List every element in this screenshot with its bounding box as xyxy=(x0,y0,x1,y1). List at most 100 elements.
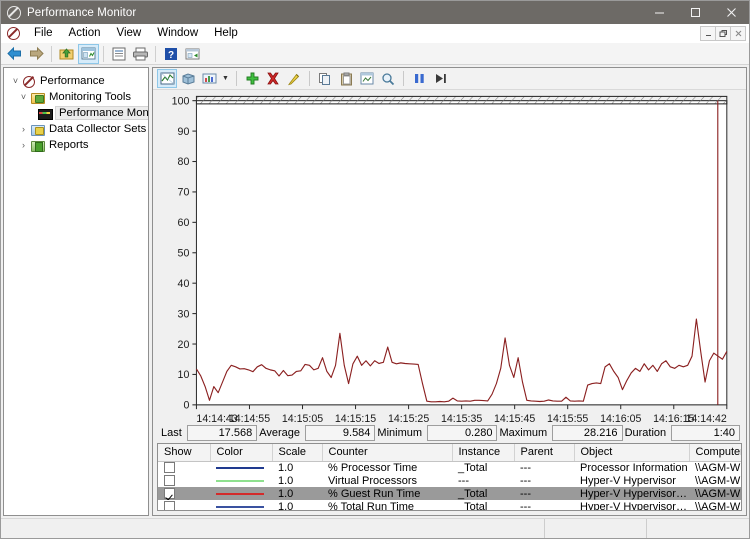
show-checkbox[interactable] xyxy=(164,488,175,500)
color-swatch-cell[interactable] xyxy=(210,474,272,487)
column-header-parent[interactable]: Parent xyxy=(514,444,575,462)
counter-cell: % Processor Time xyxy=(328,461,418,474)
tree-node-monitoring-tools[interactable]: ˅ Monitoring Tools xyxy=(7,89,145,105)
scale-cell: 1.0 xyxy=(272,487,322,500)
x-axis-tick-label: 14:15:15 xyxy=(335,413,376,423)
update-data-button[interactable] xyxy=(430,69,450,88)
new-window-button[interactable] xyxy=(182,44,203,64)
help-button[interactable]: ? xyxy=(160,44,181,64)
twisty-icon[interactable]: ˅ xyxy=(17,89,30,105)
duration-value: 1:40 xyxy=(671,425,740,441)
table-row[interactable]: 1.0 % Processor Time _Total --- Processor In… xyxy=(158,461,741,474)
properties-button[interactable] xyxy=(108,44,129,64)
y-axis-tick-label: 20 xyxy=(178,339,190,351)
column-header-instance[interactable]: Instance xyxy=(452,444,515,462)
y-axis-tick-label: 80 xyxy=(178,156,190,168)
maximum-label: Maximum xyxy=(499,427,548,439)
minimize-button[interactable] xyxy=(641,1,677,24)
color-swatch xyxy=(216,505,264,508)
menu-help[interactable]: Help xyxy=(206,25,246,41)
scale-cell: 1.0 xyxy=(278,461,294,474)
paste-counter-list-button[interactable] xyxy=(336,69,356,88)
parent-cell: --- xyxy=(514,487,574,500)
mdi-restore-button[interactable] xyxy=(715,25,731,41)
show-checkbox[interactable] xyxy=(164,501,175,510)
menu-view[interactable]: View xyxy=(109,25,150,41)
table-row[interactable]: 1.0 Virtual Processors --- --- Hyper-V Hyper… xyxy=(158,474,741,487)
delete-counter-button[interactable] xyxy=(263,69,283,88)
show-checkbox-cell[interactable] xyxy=(158,500,210,510)
average-label: Average xyxy=(259,427,300,439)
twisty-icon[interactable]: › xyxy=(17,137,30,153)
highlight-button[interactable] xyxy=(284,69,304,88)
show-checkbox[interactable] xyxy=(164,462,175,474)
freeze-display-button[interactable] xyxy=(409,69,429,88)
x-axis-tick-label: 14:15:35 xyxy=(441,413,482,423)
color-swatch xyxy=(216,466,264,469)
y-axis-tick-label: 60 xyxy=(178,217,190,229)
copy-properties-button[interactable] xyxy=(315,69,335,88)
menu-action[interactable]: Action xyxy=(61,25,109,41)
x-axis-tick-label: 14:15:45 xyxy=(494,413,535,423)
show-checkbox-cell[interactable] xyxy=(158,474,210,487)
duration-label: Duration xyxy=(624,427,667,439)
column-header-computer[interactable]: Computer xyxy=(689,444,741,462)
chart-icon xyxy=(37,106,53,120)
show-checkbox-cell[interactable] xyxy=(158,487,210,500)
menu-window[interactable]: Window xyxy=(149,25,206,41)
tree-node-performance[interactable]: ˅ Performance xyxy=(7,73,145,89)
print-button[interactable] xyxy=(130,44,151,64)
properties-window-button[interactable] xyxy=(357,69,377,88)
back-button[interactable] xyxy=(4,44,25,64)
up-one-level-button[interactable] xyxy=(56,44,77,64)
menu-file[interactable]: File xyxy=(26,25,61,41)
column-header-show[interactable]: Show xyxy=(158,444,211,462)
table-row[interactable]: 1.0 % Total Run Time _Total --- Hyper-V Hype… xyxy=(158,500,741,511)
x-axis-tick-label: 14:15:25 xyxy=(388,413,429,423)
counter-cell: % Guest Run Time xyxy=(322,487,452,500)
color-swatch xyxy=(216,492,264,495)
menu-bar: File Action View Window Help xyxy=(1,24,749,43)
performance-graph[interactable]: 0102030405060708090100 14:14:4314:14:55 1… xyxy=(153,90,746,423)
column-header-scale[interactable]: Scale xyxy=(272,444,323,462)
show-hide-console-tree-button[interactable] xyxy=(78,43,99,64)
change-graph-type-button[interactable] xyxy=(199,69,219,88)
main-toolbar: ? xyxy=(1,43,749,65)
chevron-down-icon[interactable]: ▼ xyxy=(220,69,231,88)
mdi-close-button[interactable] xyxy=(730,25,746,41)
graph-area[interactable]: 0 10 20 30 40 50 60 70 80 90 100 14:14:43 14:14:55 1… xyxy=(153,90,746,423)
computer-cell: \\AGM-W10PRO03 xyxy=(695,500,741,511)
twisty-icon[interactable]: ˅ xyxy=(9,73,22,89)
view-histogram-button[interactable] xyxy=(178,69,198,88)
column-header-counter[interactable]: Counter xyxy=(322,444,453,462)
console-tree-pane[interactable]: ˅ Performance ˅ Monitoring Tools Perform… xyxy=(3,67,149,516)
counter-legend-pane[interactable]: Show Color Scale Counter Instance Parent… xyxy=(157,443,742,511)
tree-label: Monitoring Tools xyxy=(49,91,132,103)
tree-node-reports[interactable]: › Reports xyxy=(7,137,145,153)
status-panel-main xyxy=(1,519,545,538)
forward-button[interactable] xyxy=(26,44,47,64)
color-swatch-cell[interactable] xyxy=(210,487,272,500)
column-header-object[interactable]: Object xyxy=(574,444,690,462)
counter-cell: % Total Run Time xyxy=(328,500,415,511)
computer-cell: \\AGM-W10PRO03 xyxy=(695,461,741,474)
tree-node-data-collector-sets[interactable]: › Data Collector Sets xyxy=(7,121,146,137)
column-header-color[interactable]: Color xyxy=(210,444,273,462)
title-bar: Performance Monitor xyxy=(1,1,749,24)
counter-cell: Virtual Processors xyxy=(328,474,418,487)
view-graph-button[interactable] xyxy=(157,69,177,88)
mdi-minimize-button[interactable] xyxy=(700,25,716,41)
table-row[interactable]: 1.0% Guest Run Time _Total --- Hyper-V Hype… xyxy=(158,487,741,500)
zoom-button[interactable] xyxy=(378,69,398,88)
tree-node-performance-monitor[interactable]: Performance Monitor xyxy=(7,105,148,121)
show-checkbox-cell[interactable] xyxy=(158,461,210,474)
twisty-icon[interactable]: › xyxy=(17,121,30,137)
close-button[interactable] xyxy=(713,1,749,24)
color-swatch-cell[interactable] xyxy=(210,461,272,474)
show-checkbox[interactable] xyxy=(164,475,175,487)
object-cell: Hyper-V Hypervisor Virtu... xyxy=(574,487,689,500)
add-counter-button[interactable] xyxy=(242,69,262,88)
tree-label: Reports xyxy=(49,139,89,151)
maximize-button[interactable] xyxy=(677,1,713,24)
color-swatch-cell[interactable] xyxy=(210,500,272,510)
